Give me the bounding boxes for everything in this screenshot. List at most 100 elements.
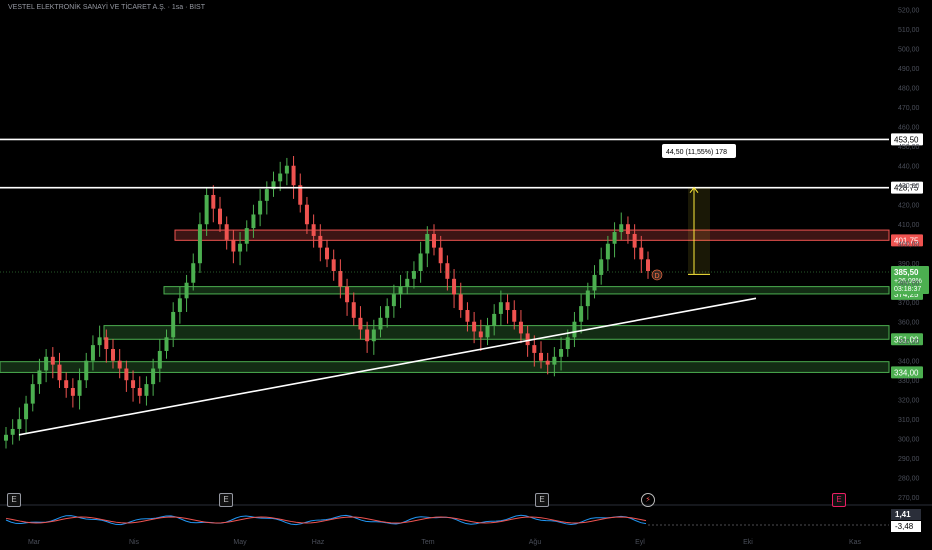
candle-body: [438, 247, 443, 264]
candle-body: [452, 278, 457, 295]
earnings-marker-3[interactable]: E: [535, 493, 549, 507]
candle-body: [478, 331, 483, 338]
candle-body: [44, 356, 49, 371]
candle-body: [391, 294, 396, 307]
candle-body: [432, 233, 436, 248]
price-level-label: 334,00: [894, 368, 919, 377]
y-tick-label: 430,00: [898, 183, 920, 190]
candle-body: [625, 224, 630, 234]
candle-body: [244, 228, 249, 244]
candle-body: [411, 271, 416, 279]
candle-body: [525, 333, 530, 346]
y-tick-label: 470,00: [898, 105, 920, 112]
candle-body: [398, 286, 403, 295]
candle-body: [485, 325, 490, 338]
y-tick-label: 340,00: [898, 359, 920, 366]
x-tick-label: Mar: [28, 539, 41, 546]
y-tick-label: 500,00: [898, 47, 920, 54]
y-tick-label: 300,00: [898, 437, 920, 444]
support-resistance-zone: [163, 286, 890, 295]
candle-body: [492, 313, 497, 326]
y-tick-label: 520,00: [898, 8, 920, 15]
candle-body: [191, 263, 196, 283]
candle-body: [77, 380, 82, 396]
candle-body: [385, 306, 390, 318]
candle-body: [218, 208, 222, 225]
candle-body: [104, 337, 109, 350]
y-tick-label: 480,00: [898, 86, 920, 93]
candle-body: [211, 194, 216, 209]
y-tick-label: 490,00: [898, 66, 920, 73]
candle-body: [418, 253, 423, 272]
candle-body: [532, 345, 537, 353]
candle-body: [70, 388, 75, 396]
candle-body: [231, 239, 236, 252]
price-axis: 520,00 510,00 500,00 490,00 480,00 470,00 460,…: [898, 8, 920, 502]
indicator-value-2: -3,48: [895, 522, 914, 531]
candle-body: [325, 247, 329, 260]
candle-body: [224, 224, 229, 240]
candle-body: [258, 200, 263, 215]
candle-body: [264, 189, 269, 201]
y-tick-label: 310,00: [898, 417, 920, 424]
candle-body: [351, 302, 356, 318]
candle-body: [445, 263, 450, 279]
earnings-marker-1[interactable]: E: [7, 493, 21, 507]
candle-body: [10, 428, 15, 435]
candle-body: [157, 350, 162, 369]
candle-body: [137, 388, 142, 396]
candle-body: [4, 434, 8, 441]
zones-layer: [0, 229, 890, 373]
candle-body: [84, 360, 89, 381]
candle-body: [278, 173, 283, 182]
candle-body: [458, 294, 463, 311]
candle-body: [197, 224, 202, 264]
candle-body: [131, 380, 136, 389]
measure-label: 44,50 (11,55%) 178: [666, 149, 727, 156]
candle-body: [204, 194, 209, 225]
price-chart[interactable]: 453,50428,75401,75374,25351,00334,00385,…: [0, 0, 932, 550]
y-tick-label: 290,00: [898, 456, 920, 463]
support-resistance-zone: [174, 229, 890, 241]
x-tick-label: Ağu: [529, 539, 542, 546]
symbol-title[interactable]: VESTEL ELEKTRONİK SANAYİ VE TİCARET A.Ş.…: [8, 4, 205, 11]
candles-layer: [4, 155, 650, 449]
candle-body: [17, 419, 22, 429]
candle-body: [539, 352, 543, 361]
candle-body: [338, 271, 343, 287]
lightning-icon[interactable]: ⚡: [641, 493, 655, 507]
earnings-marker-2[interactable]: E: [219, 493, 233, 507]
candle-body: [111, 349, 115, 361]
candle-body: [50, 356, 55, 365]
earnings-marker-future[interactable]: E: [832, 493, 846, 507]
candle-body: [304, 204, 309, 225]
candle-body: [365, 329, 370, 342]
candle-body: [559, 349, 564, 357]
candle-body: [371, 329, 376, 342]
x-tick-label: May: [233, 539, 247, 546]
candle-body: [171, 311, 176, 338]
y-tick-label: 450,00: [898, 144, 920, 151]
candle-body: [592, 274, 597, 291]
candle-body: [311, 224, 316, 236]
candle-body: [465, 310, 470, 322]
candle-body: [30, 384, 35, 404]
candle-body: [184, 282, 189, 299]
candle-body: [632, 233, 637, 248]
candle-body: [345, 286, 350, 303]
candle-body: [331, 259, 336, 272]
indicator-value-1: 1,41: [895, 510, 911, 519]
candle-body: [238, 243, 243, 252]
levels-layer: 453,50428,75401,75374,25351,00334,00385,…: [0, 133, 929, 379]
y-tick-label: 510,00: [898, 27, 920, 34]
candle-body: [177, 298, 182, 312]
y-tick-label: 280,00: [898, 476, 920, 483]
candle-body: [24, 403, 29, 420]
y-tick-label: 420,00: [898, 203, 920, 210]
candle-body: [37, 370, 42, 385]
y-tick-label: 330,00: [898, 378, 920, 385]
dividend-label: D: [654, 273, 659, 280]
candle-body: [518, 321, 523, 334]
candle-body: [612, 232, 617, 244]
y-tick-label: 270,00: [898, 495, 920, 502]
